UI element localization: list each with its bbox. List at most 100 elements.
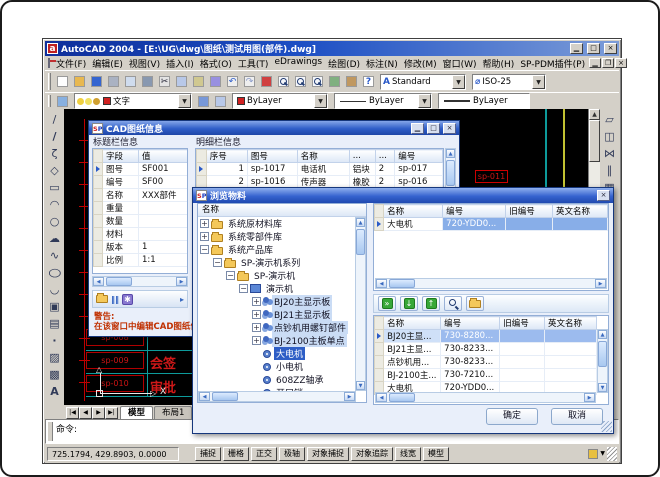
draw-tool-icon[interactable] bbox=[46, 264, 63, 281]
scroll-up-icon[interactable]: ▲ bbox=[589, 109, 600, 120]
toolbar-icon[interactable] bbox=[224, 73, 241, 90]
toolbar-icon[interactable] bbox=[105, 73, 122, 90]
move-up-icon[interactable]: ↑ bbox=[422, 296, 440, 311]
tree-hscrollbar[interactable]: ◀ ▶ bbox=[198, 391, 356, 402]
dialog-close-button[interactable]: × bbox=[443, 123, 456, 134]
field-row[interactable]: 材料 bbox=[94, 228, 188, 241]
bom-row[interactable]: BJ21主显... 730-8233... bbox=[375, 343, 597, 356]
tab-nav-button[interactable]: |◀ bbox=[66, 407, 79, 419]
title-bar[interactable]: a AutoCAD 2004 - [E:\UG\dwg\图纸\测试用图(部件).… bbox=[45, 41, 619, 56]
field-value-cell[interactable]: SF00 bbox=[139, 176, 188, 189]
bom-row[interactable]: BJ20主显... 730-8280... bbox=[375, 330, 597, 343]
title-block-hscrollbar[interactable]: ◀ ▶ bbox=[92, 276, 188, 287]
tree-expand-icon[interactable] bbox=[213, 258, 222, 267]
draw-tool-icon[interactable] bbox=[46, 230, 63, 247]
draw-tool-icon[interactable] bbox=[46, 145, 63, 162]
color-combo[interactable]: ByLayer ▼ bbox=[232, 93, 328, 109]
status-toggle-button[interactable]: 栅格 bbox=[223, 447, 249, 461]
field-row[interactable]: 图号 SF001 bbox=[94, 163, 188, 176]
dialog-maximize-button[interactable]: □ bbox=[427, 123, 440, 134]
column-header[interactable]: 英文名称 bbox=[545, 317, 597, 330]
tab-nav-button[interactable]: ▶| bbox=[105, 407, 118, 419]
tree-expand-icon[interactable] bbox=[252, 297, 261, 306]
bom-vscrollbar[interactable]: ▲ ▼ bbox=[597, 329, 608, 393]
toolbar-icon[interactable] bbox=[343, 73, 360, 90]
tree-item[interactable]: 系统产品库 bbox=[198, 243, 355, 256]
dim-style-combo[interactable]: ⌀ ISO-25 ▼ bbox=[472, 74, 546, 90]
scroll-down-icon[interactable]: ▼ bbox=[598, 383, 607, 392]
layout-tab[interactable]: 模型 bbox=[120, 406, 153, 419]
toolbar-icon[interactable] bbox=[190, 73, 207, 90]
scroll-thumb[interactable] bbox=[356, 229, 365, 255]
toolbar-icon[interactable] bbox=[173, 73, 190, 90]
menu-item[interactable]: 插入(I) bbox=[163, 57, 197, 70]
tree-item[interactable]: 系统原材料库 bbox=[198, 217, 355, 230]
scroll-up-icon[interactable]: ▲ bbox=[598, 330, 607, 339]
field-row[interactable]: 版本 1 bbox=[94, 241, 188, 254]
menu-item[interactable]: 绘图(D) bbox=[325, 57, 363, 70]
tree-expand-icon[interactable] bbox=[226, 271, 235, 280]
layout-tab[interactable]: 布局1 bbox=[154, 406, 192, 419]
dropdown-arrow-icon[interactable]: ▼ bbox=[314, 94, 327, 108]
browse-dialog-titlebar[interactable]: SP 浏览物料 × bbox=[193, 188, 613, 203]
tree-expand-icon[interactable] bbox=[252, 336, 261, 345]
open-folder-icon[interactable] bbox=[466, 296, 484, 311]
toolbar-icon[interactable] bbox=[139, 73, 156, 90]
mdi-minimize-button[interactable]: ▁ bbox=[589, 58, 601, 68]
column-header[interactable]: 序号 bbox=[206, 150, 247, 163]
bom-hscrollbar[interactable]: ◀ ▶ bbox=[375, 392, 596, 403]
menu-item[interactable]: 编辑(E) bbox=[89, 57, 126, 70]
status-toggle-button[interactable]: 捕捉 bbox=[195, 447, 221, 461]
dialog-minimize-button[interactable]: ▁ bbox=[411, 123, 424, 134]
draw-tool-icon[interactable] bbox=[46, 179, 63, 196]
ok-button[interactable]: 确定 bbox=[486, 408, 538, 425]
mdi-restore-button[interactable]: ❐ bbox=[602, 58, 614, 68]
search-icon[interactable] bbox=[444, 296, 462, 311]
field-value-cell[interactable] bbox=[139, 202, 188, 215]
scroll-down-icon[interactable]: ▼ bbox=[356, 381, 365, 390]
menu-item[interactable]: SP-PDM插件(P) bbox=[517, 57, 588, 70]
settings-icon[interactable]: ✱ bbox=[122, 294, 133, 305]
scroll-thumb[interactable] bbox=[212, 392, 238, 401]
field-row[interactable]: 重量 bbox=[94, 202, 188, 215]
draw-tool-icon[interactable] bbox=[46, 162, 63, 179]
toolbar-icon[interactable] bbox=[309, 73, 326, 90]
modify-tool-icon[interactable] bbox=[601, 111, 618, 128]
scroll-thumb[interactable] bbox=[389, 393, 415, 402]
draw-tool-icon[interactable] bbox=[46, 383, 63, 400]
scroll-right-icon[interactable]: ▶ bbox=[595, 279, 606, 288]
column-header[interactable]: 编号 bbox=[395, 150, 443, 163]
close-button[interactable]: × bbox=[604, 43, 617, 54]
tree-item[interactable]: 点钞机用螺钉部件 bbox=[198, 321, 355, 334]
tree-expand-icon[interactable] bbox=[252, 323, 261, 332]
toolbar-icon[interactable] bbox=[241, 73, 258, 90]
move-down-icon[interactable]: ↓ bbox=[400, 296, 418, 311]
draw-tool-icon[interactable] bbox=[46, 196, 63, 213]
scroll-thumb[interactable] bbox=[106, 277, 132, 286]
toolbar-grip[interactable] bbox=[48, 73, 51, 90]
status-toggle-button[interactable]: 模型 bbox=[423, 447, 449, 461]
scroll-left-icon[interactable]: ◀ bbox=[376, 393, 387, 402]
minimize-button[interactable]: ▁ bbox=[570, 43, 583, 54]
column-header[interactable]: 英文名称 bbox=[553, 205, 608, 218]
tree-item[interactable]: 演示机 bbox=[198, 282, 355, 295]
tree-expand-icon[interactable] bbox=[252, 310, 261, 319]
layers-icon[interactable] bbox=[54, 93, 71, 110]
tree-expand-icon[interactable] bbox=[200, 232, 209, 241]
toolbar-icon[interactable] bbox=[360, 73, 377, 90]
tree-expand-icon[interactable] bbox=[200, 245, 209, 254]
tree-item[interactable]: 系统零部件库 bbox=[198, 230, 355, 243]
tree-item[interactable]: BJ21主显示板 bbox=[198, 308, 355, 321]
text-style-combo[interactable]: A Standard ▼ bbox=[380, 74, 466, 90]
draw-tool-icon[interactable] bbox=[46, 247, 63, 264]
toolbar-grip[interactable] bbox=[48, 95, 51, 108]
cancel-button[interactable]: 取消 bbox=[551, 408, 603, 425]
tree-expand-icon[interactable] bbox=[200, 219, 209, 228]
field-row[interactable]: 编号 SF00 bbox=[94, 176, 188, 189]
modify-tool-icon[interactable] bbox=[601, 162, 618, 179]
column-header[interactable]: 字段 bbox=[103, 150, 139, 163]
column-header[interactable]: 图号 bbox=[247, 150, 297, 163]
column-header[interactable]: 值 bbox=[139, 150, 188, 163]
field-value-cell[interactable]: 1:1 bbox=[139, 254, 188, 267]
tree-column-header[interactable]: 名称 bbox=[198, 204, 366, 217]
